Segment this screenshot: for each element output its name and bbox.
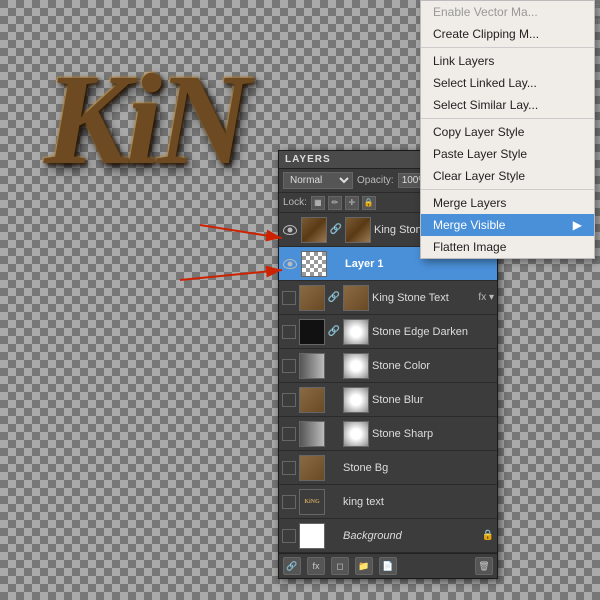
layer-row-2[interactable]: 🔗 King Stone Text fx ▾: [279, 281, 497, 315]
lock-all-icon[interactable]: 🔒: [362, 196, 376, 210]
thumb-mask-0: [345, 217, 371, 243]
thumb-2: [299, 285, 325, 311]
link-icon-4: [328, 358, 340, 374]
layers-title: LAYERS: [285, 154, 331, 165]
checkbox-2[interactable]: [282, 291, 296, 305]
thumb-1: [301, 251, 327, 277]
new-layer-button[interactable]: 📄: [379, 557, 397, 575]
thumb-mask-4: [343, 353, 369, 379]
menu-item-link-layers[interactable]: Link Layers: [421, 50, 594, 72]
thumb-0: [301, 217, 327, 243]
layer-row-5[interactable]: Stone Blur: [279, 383, 497, 417]
menu-item-paste-style[interactable]: Paste Layer Style: [421, 143, 594, 165]
thumb-mask-5: [343, 387, 369, 413]
layer-name-2: King Stone Text: [372, 292, 473, 304]
checkbox-6[interactable]: [282, 427, 296, 441]
layer-name-9: Background: [343, 530, 479, 542]
checkbox-7[interactable]: [282, 461, 296, 475]
thumb-4: [299, 353, 325, 379]
link-icon-9: [328, 528, 340, 544]
checkbox-9[interactable]: [282, 529, 296, 543]
thumb-mask-2: [343, 285, 369, 311]
thumb-6: [299, 421, 325, 447]
menu-item-merge-layers[interactable]: Merge Layers: [421, 192, 594, 214]
blend-mode-select[interactable]: Normal: [283, 172, 353, 189]
menu-sep-2: [421, 118, 594, 119]
menu-sep-1: [421, 47, 594, 48]
eye-icon-0: [283, 225, 297, 235]
layer-row-6[interactable]: Stone Sharp: [279, 417, 497, 451]
link-icon-8: [328, 494, 340, 510]
lock-paint-icon[interactable]: ✏: [328, 196, 342, 210]
menu-item-enable-vector[interactable]: Enable Vector Ma...: [421, 1, 594, 23]
thumb-mask-3: [343, 319, 369, 345]
layer-row-3[interactable]: 🔗 Stone Edge Darken: [279, 315, 497, 349]
link-icon-6: [328, 426, 340, 442]
layer-row-4[interactable]: Stone Color: [279, 349, 497, 383]
delete-layer-button[interactable]: 🗑: [475, 557, 493, 575]
thumb-8: KiNG: [299, 489, 325, 515]
link-icon-2: 🔗: [328, 290, 340, 306]
thumb-3: [299, 319, 325, 345]
checkbox-4[interactable]: [282, 359, 296, 373]
cursor-indicator: ▶: [573, 218, 582, 232]
fx-badge-2: fx ▾: [478, 292, 494, 303]
checkbox-5[interactable]: [282, 393, 296, 407]
add-mask-button[interactable]: ◻: [331, 557, 349, 575]
checkbox-8[interactable]: [282, 495, 296, 509]
lock-transparent-icon[interactable]: ▦: [311, 196, 325, 210]
context-menu: Enable Vector Ma... Create Clipping M...…: [420, 0, 595, 259]
visibility-1[interactable]: [282, 256, 298, 272]
link-icon-0: 🔗: [330, 222, 342, 238]
thumb-9: [299, 523, 325, 549]
opacity-label: Opacity:: [357, 175, 394, 186]
thumb-5: [299, 387, 325, 413]
layer-name-3: Stone Edge Darken: [372, 326, 494, 338]
eye-icon-1: [283, 259, 297, 269]
stone-letters: KiN: [44, 45, 246, 195]
visibility-0[interactable]: [282, 222, 298, 238]
layer-name-7: Stone Bg: [343, 462, 494, 474]
menu-item-select-similar[interactable]: Select Similar Lay...: [421, 94, 594, 116]
layer-name-6: Stone Sharp: [372, 428, 494, 440]
menu-sep-3: [421, 189, 594, 190]
link-icon-5: [328, 392, 340, 408]
link-icon-1: [330, 256, 342, 272]
layer-name-5: Stone Blur: [372, 394, 494, 406]
thumb-7: [299, 455, 325, 481]
lock-label: Lock:: [283, 197, 307, 208]
lock-icons: ▦ ✏ ✛ 🔒: [311, 196, 376, 210]
layer-row-9[interactable]: Background 🔒: [279, 519, 497, 553]
link-icon-7: [328, 460, 340, 476]
thumb-mask-6: [343, 421, 369, 447]
menu-item-clear-style[interactable]: Clear Layer Style: [421, 165, 594, 187]
menu-item-flatten-image[interactable]: Flatten Image: [421, 236, 594, 258]
menu-item-copy-style[interactable]: Copy Layer Style: [421, 121, 594, 143]
menu-item-merge-visible[interactable]: Merge Visible ▶: [421, 214, 594, 236]
layers-footer: 🔗 fx ◻ 📁 📄 🗑: [279, 553, 497, 578]
menu-item-select-linked[interactable]: Select Linked Lay...: [421, 72, 594, 94]
link-layers-button[interactable]: 🔗: [283, 557, 301, 575]
checkbox-3[interactable]: [282, 325, 296, 339]
layer-name-1: Layer 1: [345, 258, 494, 270]
layer-name-4: Stone Color: [372, 360, 494, 372]
layer-row-7[interactable]: Stone Bg: [279, 451, 497, 485]
new-group-button[interactable]: 📁: [355, 557, 373, 575]
lock-move-icon[interactable]: ✛: [345, 196, 359, 210]
layer-name-8: king text: [343, 496, 494, 508]
menu-item-create-clipping[interactable]: Create Clipping M...: [421, 23, 594, 45]
add-style-button[interactable]: fx: [307, 557, 325, 575]
layer-row-8[interactable]: KiNG king text: [279, 485, 497, 519]
link-icon-3: 🔗: [328, 324, 340, 340]
stone-text-image: KiN: [0, 20, 290, 220]
lock-indicator-9: 🔒: [482, 530, 494, 541]
